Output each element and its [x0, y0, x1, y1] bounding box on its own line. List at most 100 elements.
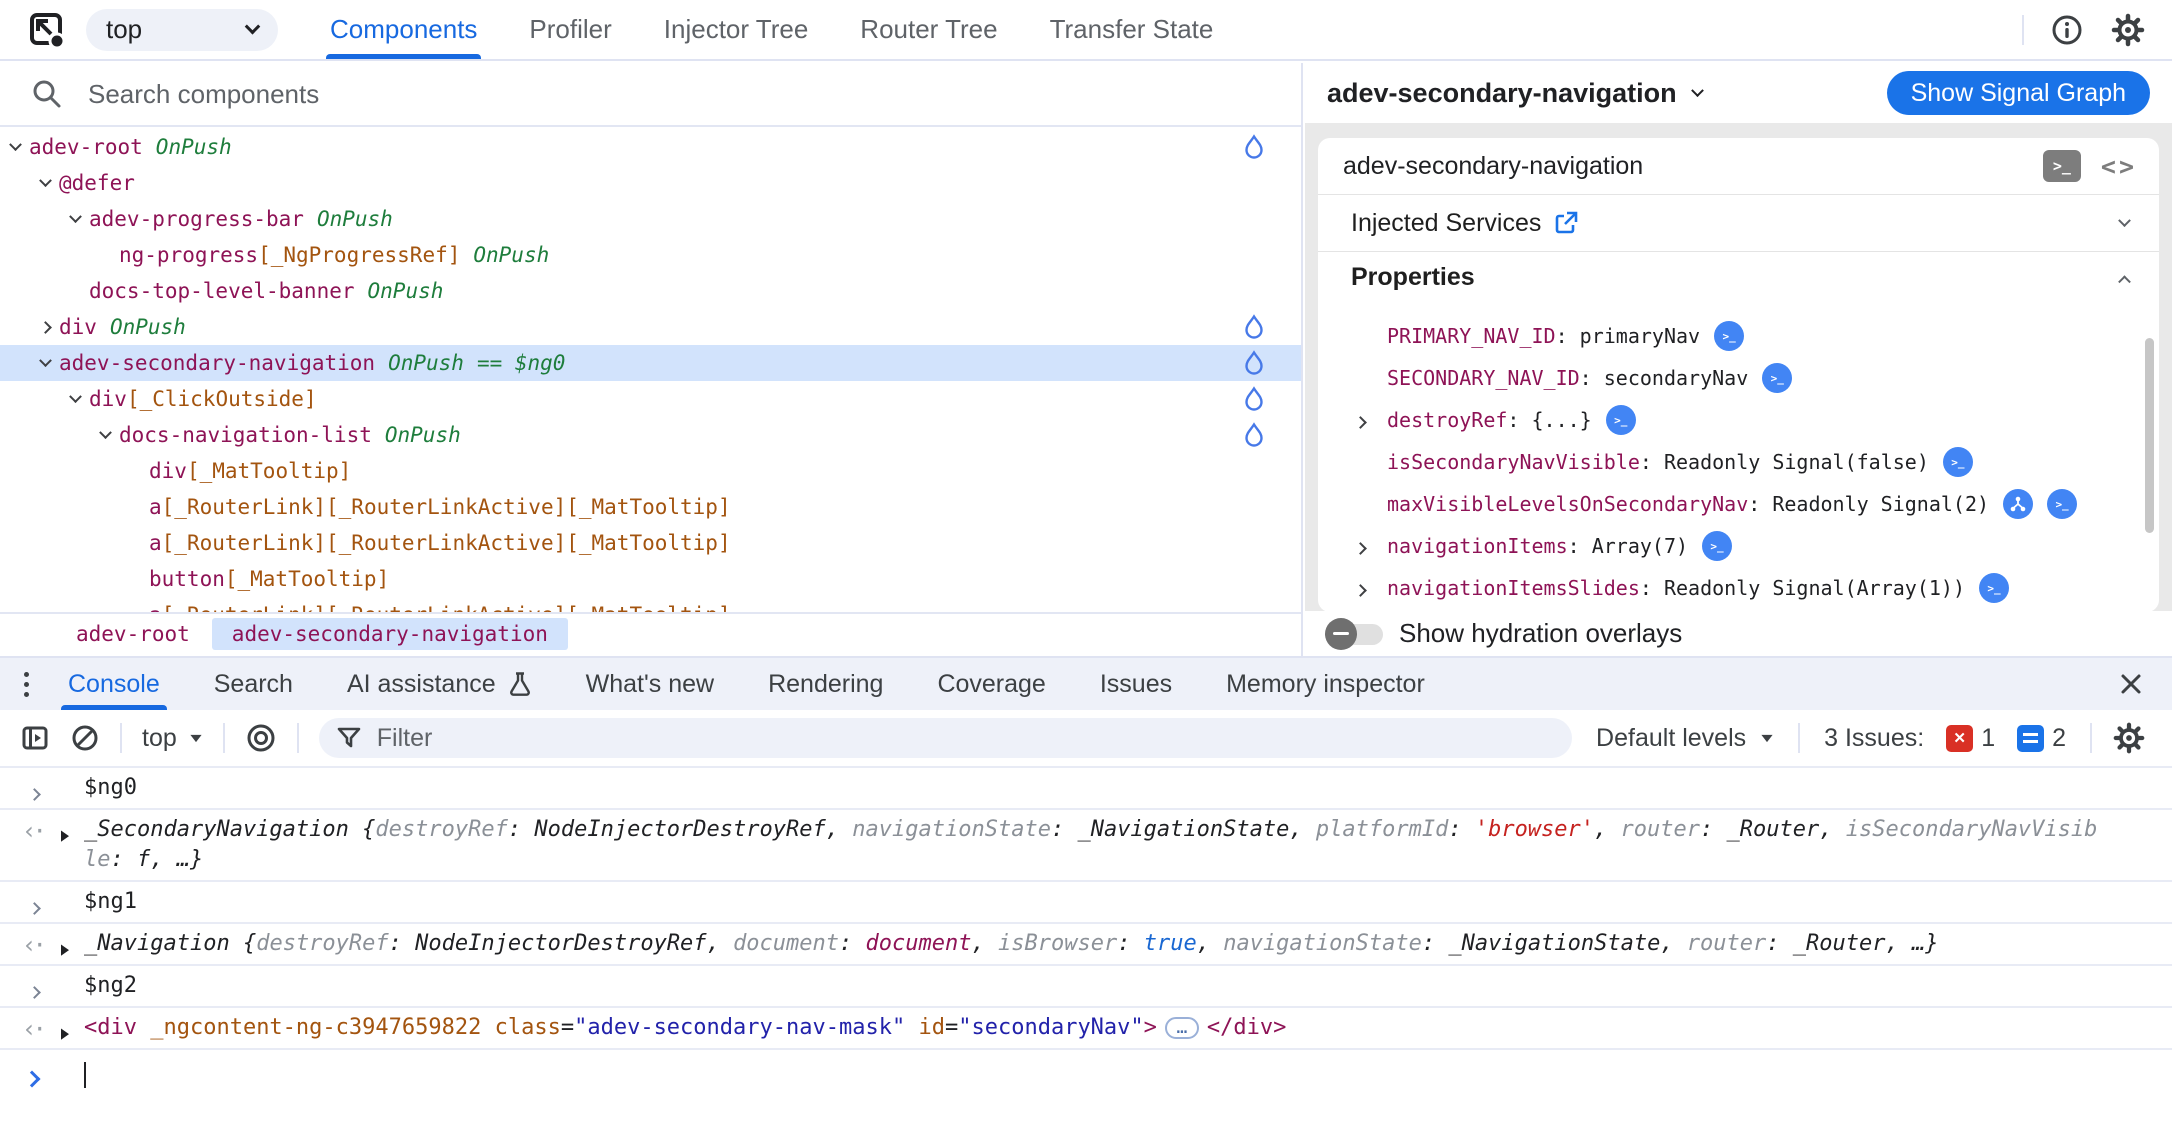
tree-row[interactable]: adev-rootOnPush: [0, 129, 1301, 165]
property-row[interactable]: navigationItemsSlides: Readonly Signal(A…: [1318, 567, 2159, 609]
tree-row[interactable]: divOnPush: [0, 309, 1301, 345]
console-result[interactable]: ‹·_Navigation {destroyRef: NodeInjectorD…: [0, 924, 2172, 966]
tree-row[interactable]: adev-progress-barOnPush: [0, 201, 1301, 237]
log-property-to-console-icon[interactable]: >_: [1979, 573, 2009, 603]
console-result[interactable]: ‹·<div _ngcontent-ng-c3947659822 class="…: [0, 1008, 2172, 1050]
tree-row[interactable]: docs-top-level-bannerOnPush: [0, 273, 1301, 309]
breadcrumb-item[interactable]: adev-secondary-navigation: [212, 618, 568, 650]
tree-row[interactable]: div[_MatTooltip]: [0, 453, 1301, 489]
console-input-echo[interactable]: $ng0: [0, 768, 2172, 810]
component-name: div: [59, 315, 97, 339]
properties-section-header[interactable]: Properties: [1318, 252, 2159, 303]
component-search[interactable]: Search components: [0, 63, 1301, 127]
tree-row[interactable]: docs-navigation-listOnPush: [0, 417, 1301, 453]
console-context-select[interactable]: top: [142, 724, 203, 753]
drawer-tab-rendering[interactable]: Rendering: [741, 658, 910, 710]
chevron-right-icon[interactable]: [41, 323, 59, 332]
expand-triangle-icon[interactable]: [61, 1025, 69, 1045]
tab-profiler[interactable]: Profiler: [503, 0, 637, 59]
close-icon[interactable]: [2116, 669, 2146, 699]
chevron-down-icon[interactable]: [41, 359, 59, 368]
console-sidebar-toggle-icon[interactable]: [20, 723, 50, 753]
console-prompt[interactable]: [0, 1050, 2172, 1100]
log-property-to-console-icon[interactable]: >_: [1762, 363, 1792, 393]
console-input-echo[interactable]: $ng2: [0, 966, 2172, 1008]
breadcrumb-item[interactable]: adev-root: [56, 618, 210, 650]
chevron-down-icon[interactable]: [11, 143, 29, 152]
log-levels-select[interactable]: Default levels: [1596, 724, 1774, 753]
tab-components[interactable]: Components: [304, 0, 503, 59]
tree-row[interactable]: adev-secondary-navigationOnPush== $ng0: [0, 345, 1301, 381]
property-row[interactable]: isSecondaryNavVisible: Readonly Signal(f…: [1318, 441, 2159, 483]
more-tools-menu-icon[interactable]: [24, 672, 29, 697]
inspect-element-icon[interactable]: [26, 9, 68, 51]
angular-devtools-tabs: ComponentsProfilerInjector TreeRouter Tr…: [304, 0, 1239, 59]
tab-router-tree[interactable]: Router Tree: [834, 0, 1023, 59]
drawer-tab-search[interactable]: Search: [187, 658, 320, 710]
expand-arrow-icon[interactable]: [1356, 534, 1365, 558]
drawer-tab-memory-inspector[interactable]: Memory inspector: [1199, 658, 1452, 710]
console-input-echo[interactable]: $ng1: [0, 882, 2172, 924]
drawer-tab-coverage[interactable]: Coverage: [910, 658, 1072, 710]
issues-counter[interactable]: 3 Issues: ✕ 1 2: [1824, 724, 2066, 753]
drawer-tab-ai-assistance[interactable]: AI assistance: [320, 658, 559, 710]
expand-arrow-icon[interactable]: [1356, 576, 1365, 600]
component-name: button: [149, 567, 225, 591]
signal-graph-icon[interactable]: [2003, 489, 2033, 519]
property-row[interactable]: maxVisibleLevelsOnSecondaryNav: Readonly…: [1318, 483, 2159, 525]
tree-row[interactable]: a[_RouterLink][_RouterLinkActive][_MatTo…: [0, 597, 1301, 612]
clear-console-icon[interactable]: [70, 723, 100, 753]
tree-row[interactable]: button[_MatTooltip]: [0, 561, 1301, 597]
tree-row[interactable]: div[_ClickOutside]: [0, 381, 1301, 417]
expand-triangle-icon[interactable]: [61, 941, 69, 961]
chevron-down-icon[interactable]: [41, 179, 59, 188]
issue-error-icon: ✕: [1946, 725, 1973, 752]
console-filter-input[interactable]: Filter: [319, 718, 1572, 758]
console-result-line: le: f, …}: [84, 845, 2152, 875]
property-row[interactable]: destroyRef: {...}>_: [1318, 399, 2159, 441]
property-name: isSecondaryNavVisible: [1387, 450, 1640, 474]
tree-row[interactable]: @defer: [0, 165, 1301, 201]
input-chevron-icon: [30, 780, 39, 805]
drawer-tab-issues[interactable]: Issues: [1073, 658, 1199, 710]
log-property-to-console-icon[interactable]: >_: [1714, 321, 1744, 351]
selected-component-dropdown[interactable]: adev-secondary-navigation: [1327, 78, 1702, 109]
external-link-icon[interactable]: [1553, 210, 1579, 236]
injected-services-section[interactable]: Injected Services: [1318, 195, 2159, 252]
log-property-to-console-icon[interactable]: >_: [2047, 489, 2077, 519]
collapsed-content-icon[interactable]: …: [1165, 1017, 1199, 1039]
chevron-down-icon[interactable]: [71, 395, 89, 404]
drawer-tab-what-s-new[interactable]: What's new: [559, 658, 741, 710]
console-settings-gear-icon[interactable]: [2112, 721, 2146, 755]
hydration-drop-icon: [1241, 422, 1267, 448]
scrollbar-thumb[interactable]: [2145, 338, 2154, 533]
info-icon[interactable]: [2050, 13, 2084, 47]
chevron-down-icon[interactable]: [71, 215, 89, 224]
tree-row[interactable]: a[_RouterLink][_RouterLinkActive][_MatTo…: [0, 525, 1301, 561]
tree-row[interactable]: ng-progress[_NgProgressRef]OnPush: [0, 237, 1301, 273]
tab-injector-tree[interactable]: Injector Tree: [638, 0, 835, 59]
log-property-to-console-icon[interactable]: >_: [1943, 447, 1973, 477]
tab-transfer-state[interactable]: Transfer State: [1024, 0, 1240, 59]
log-property-to-console-icon[interactable]: >_: [1606, 405, 1636, 435]
console-result[interactable]: ‹·_SecondaryNavigation {destroyRef: Node…: [0, 810, 2172, 882]
console-log-area[interactable]: $ng0‹·_SecondaryNavigation {destroyRef: …: [0, 768, 2172, 1100]
view-source-icon[interactable]: <>: [2101, 152, 2137, 181]
tree-row[interactable]: a[_RouterLink][_RouterLinkActive][_MatTo…: [0, 489, 1301, 525]
expand-arrow-icon[interactable]: [1356, 408, 1365, 432]
frame-context-select[interactable]: top: [86, 9, 278, 51]
live-expression-eye-icon[interactable]: [245, 722, 277, 754]
issue-info-count: 2: [2052, 724, 2066, 753]
expand-triangle-icon[interactable]: [61, 827, 69, 847]
property-row[interactable]: SECONDARY_NAV_ID: secondaryNav>_: [1318, 357, 2159, 399]
chevron-down-icon[interactable]: [101, 431, 119, 440]
property-row[interactable]: PRIMARY_NAV_ID: primaryNav>_: [1318, 315, 2159, 357]
gear-icon[interactable]: [2110, 12, 2146, 48]
show-signal-graph-button[interactable]: Show Signal Graph: [1887, 71, 2150, 115]
log-to-console-icon[interactable]: >_: [2043, 150, 2081, 182]
drawer-tab-console[interactable]: Console: [41, 658, 187, 710]
hydration-overlays-toggle[interactable]: [1325, 618, 1383, 650]
log-property-to-console-icon[interactable]: >_: [1702, 531, 1732, 561]
property-row[interactable]: navigationItems: Array(7)>_: [1318, 525, 2159, 567]
property-name: PRIMARY_NAV_ID: [1387, 324, 1556, 348]
